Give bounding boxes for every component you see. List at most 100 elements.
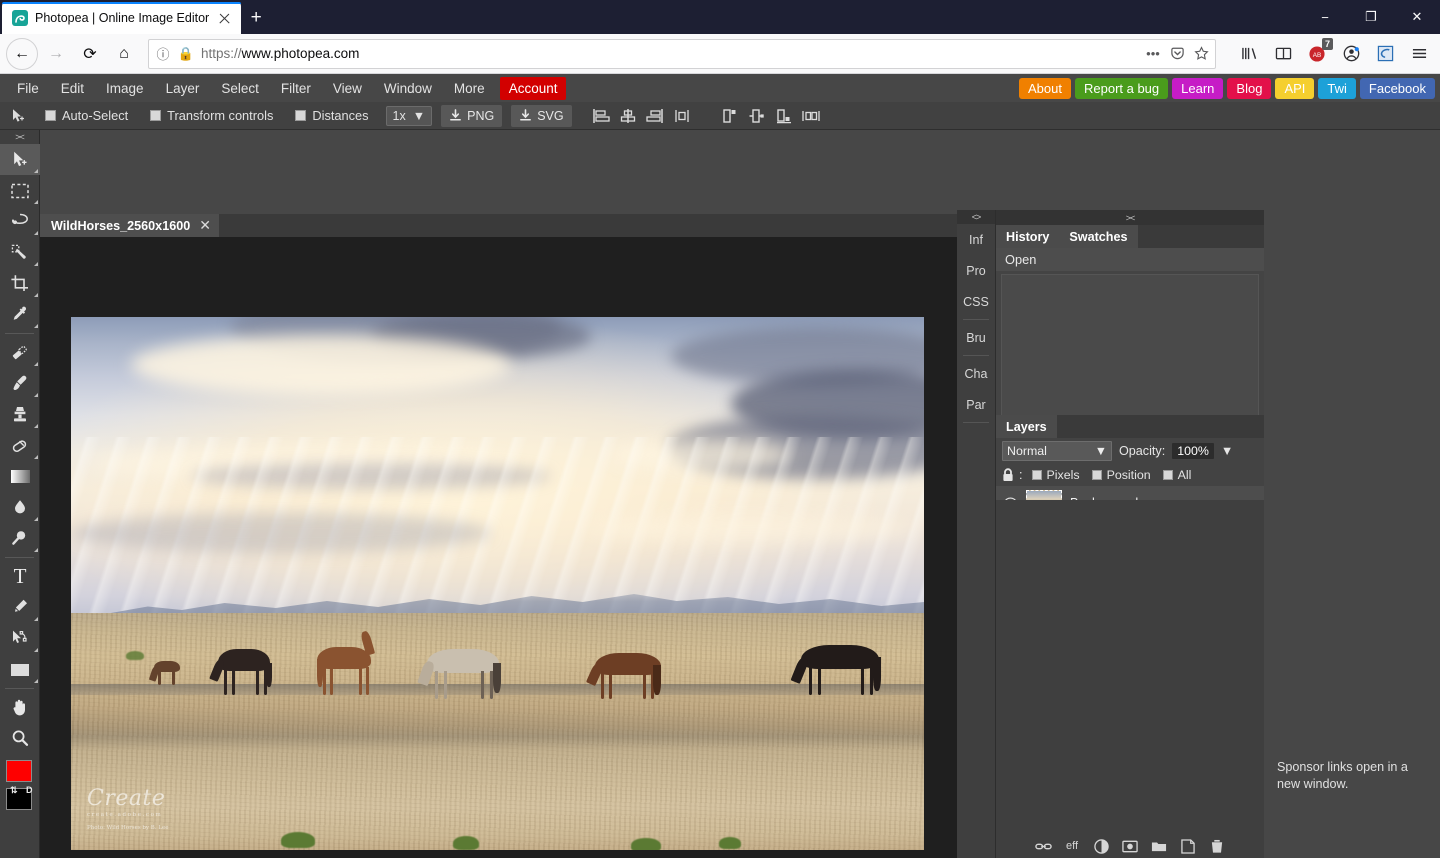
- link-blog[interactable]: Blog: [1227, 78, 1272, 99]
- adblock-icon[interactable]: AB 7: [1302, 37, 1333, 69]
- distances-checkbox[interactable]: Distances: [286, 108, 377, 123]
- new-tab-button[interactable]: +: [241, 2, 271, 34]
- dock-collapse-button[interactable]: ><: [996, 210, 1264, 225]
- window-close-button[interactable]: ✕: [1394, 0, 1440, 34]
- extension-icon[interactable]: [1370, 39, 1400, 69]
- new-group-icon[interactable]: [1151, 838, 1168, 855]
- reload-button[interactable]: ⟳: [74, 38, 106, 70]
- align-center-horizontal-icon[interactable]: [617, 106, 639, 126]
- window-minimize-button[interactable]: −: [1302, 0, 1348, 34]
- menu-view[interactable]: View: [322, 77, 373, 100]
- align-bottom-icon[interactable]: [773, 106, 795, 126]
- zoom-level-select[interactable]: 1x ▼: [385, 105, 433, 126]
- lock-all-checkbox[interactable]: All: [1162, 468, 1191, 482]
- auto-select-checkbox[interactable]: Auto-Select: [36, 108, 137, 123]
- shape-tool[interactable]: [0, 654, 40, 685]
- rail-tab-channels[interactable]: Cha: [957, 358, 995, 389]
- tab-history[interactable]: History: [996, 225, 1060, 248]
- eraser-tool[interactable]: [0, 430, 40, 461]
- menu-account[interactable]: Account: [499, 76, 567, 100]
- spot-heal-tool[interactable]: [0, 337, 40, 368]
- browser-tab[interactable]: Photopea | Online Image Editor: [2, 2, 242, 34]
- canvas-area[interactable]: Create create.adobe.com Photo: Wild Hors…: [40, 237, 957, 858]
- rail-tab-brushes[interactable]: Bru: [957, 322, 995, 353]
- account-icon[interactable]: [1336, 39, 1366, 69]
- export-svg-button[interactable]: SVG: [511, 104, 572, 127]
- side-rail-expand-button[interactable]: <>: [957, 210, 995, 224]
- opacity-dropdown-icon[interactable]: ▼: [1221, 444, 1233, 458]
- menu-file[interactable]: File: [6, 77, 50, 100]
- align-top-icon[interactable]: [719, 106, 741, 126]
- link-report-a-bug[interactable]: Report a bug: [1074, 78, 1169, 99]
- page-actions-icon[interactable]: •••: [1145, 46, 1161, 62]
- menu-more[interactable]: More: [443, 77, 496, 100]
- rail-tab-paragraph[interactable]: Par: [957, 389, 995, 420]
- dodge-tool[interactable]: [0, 523, 40, 554]
- link-api[interactable]: API: [1275, 78, 1315, 99]
- swap-colors-icon[interactable]: ⇅: [10, 785, 18, 796]
- default-colors-icon[interactable]: D: [26, 785, 33, 795]
- delete-layer-icon[interactable]: [1209, 838, 1226, 855]
- hamburger-menu-icon[interactable]: [1404, 39, 1434, 69]
- window-maximize-button[interactable]: ❐: [1348, 0, 1394, 34]
- align-middle-vertical-icon[interactable]: [746, 106, 768, 126]
- page-info-icon[interactable]: ⓘ: [155, 46, 171, 62]
- rect-select-tool[interactable]: [0, 175, 40, 206]
- link-layers-icon[interactable]: [1034, 838, 1052, 855]
- canvas-image[interactable]: Create create.adobe.com Photo: Wild Hors…: [71, 317, 924, 850]
- menu-select[interactable]: Select: [210, 77, 270, 100]
- foreground-color-swatch[interactable]: [6, 760, 32, 782]
- home-button[interactable]: ⌂: [108, 38, 140, 70]
- zoom-tool[interactable]: [0, 723, 40, 754]
- link-learn[interactable]: Learn: [1172, 78, 1224, 99]
- rail-tab-css[interactable]: CSS: [957, 286, 995, 317]
- document-tab[interactable]: WildHorses_2560x1600 ✕: [40, 214, 219, 237]
- tab-close-icon[interactable]: [216, 10, 233, 27]
- opacity-value[interactable]: 100%: [1172, 443, 1214, 459]
- move-tool[interactable]: [0, 144, 40, 175]
- distribute-horizontal-icon[interactable]: [671, 106, 693, 126]
- pocket-icon[interactable]: [1169, 46, 1185, 62]
- tab-swatches[interactable]: Swatches: [1059, 225, 1138, 248]
- back-button[interactable]: ←: [6, 37, 38, 70]
- pen-tool[interactable]: [0, 592, 40, 623]
- blend-mode-select[interactable]: Normal ▼: [1002, 441, 1112, 461]
- rail-tab-info[interactable]: Inf: [957, 224, 995, 255]
- new-layer-icon[interactable]: [1180, 838, 1197, 855]
- forward-button[interactable]: →: [40, 38, 72, 70]
- layers-empty-space[interactable]: [996, 500, 1264, 834]
- hand-tool[interactable]: [0, 692, 40, 723]
- link-about[interactable]: About: [1019, 78, 1071, 99]
- menu-image[interactable]: Image: [95, 77, 155, 100]
- gradient-tool[interactable]: [0, 461, 40, 492]
- document-tab-close-icon[interactable]: ✕: [199, 217, 211, 234]
- lasso-tool[interactable]: [0, 206, 40, 237]
- sidebar-icon[interactable]: [1268, 39, 1298, 69]
- adjustment-layer-icon[interactable]: [1093, 838, 1110, 855]
- menu-layer[interactable]: Layer: [155, 77, 211, 100]
- crop-tool[interactable]: [0, 268, 40, 299]
- magic-wand-tool[interactable]: [0, 237, 40, 268]
- align-right-icon[interactable]: [644, 106, 666, 126]
- distribute-vertical-icon[interactable]: [800, 106, 822, 126]
- type-tool[interactable]: T: [0, 561, 40, 592]
- link-facebook[interactable]: Facebook: [1359, 78, 1435, 99]
- rail-tab-properties[interactable]: Pro: [957, 255, 995, 286]
- export-png-button[interactable]: PNG: [441, 104, 503, 127]
- brush-tool[interactable]: [0, 368, 40, 399]
- lock-pixels-checkbox[interactable]: Pixels: [1031, 468, 1080, 482]
- history-item-open[interactable]: Open: [996, 248, 1264, 271]
- bookmark-star-icon[interactable]: [1193, 46, 1209, 62]
- library-icon[interactable]: [1234, 39, 1264, 69]
- eyedropper-tool[interactable]: [0, 299, 40, 330]
- menu-edit[interactable]: Edit: [50, 77, 95, 100]
- blur-tool[interactable]: [0, 492, 40, 523]
- layer-mask-icon[interactable]: [1122, 838, 1139, 855]
- lock-position-checkbox[interactable]: Position: [1091, 468, 1151, 482]
- menu-filter[interactable]: Filter: [270, 77, 322, 100]
- toolbar-collapse-button[interactable]: ><: [0, 130, 39, 144]
- link-twitter[interactable]: Twi: [1318, 78, 1356, 99]
- align-left-icon[interactable]: [590, 106, 612, 126]
- tab-layers[interactable]: Layers: [996, 415, 1057, 438]
- url-bar[interactable]: ⓘ 🔒 https://www.photopea.com •••: [148, 38, 1216, 69]
